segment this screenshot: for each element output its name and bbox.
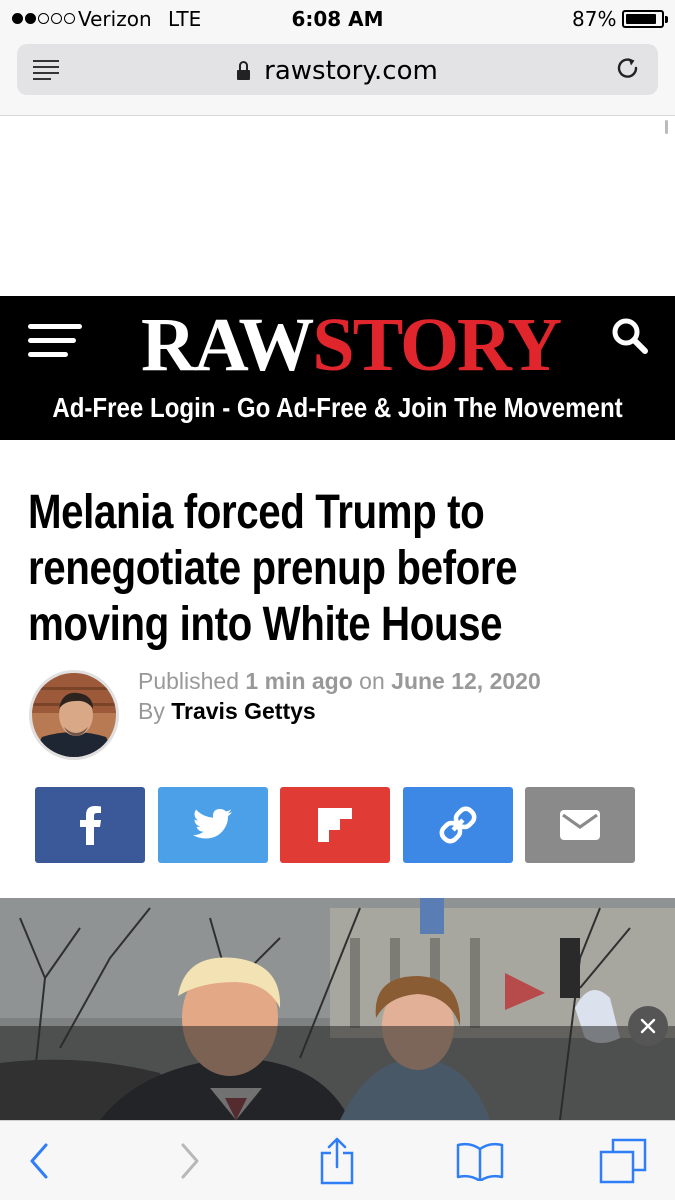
published-relative-time: 1 min ago bbox=[245, 668, 353, 694]
browser-address-area: rawstory.com bbox=[0, 38, 675, 116]
scroll-indicator bbox=[665, 120, 668, 134]
browser-toolbar bbox=[0, 1120, 675, 1200]
published-prefix: Published bbox=[138, 668, 240, 694]
close-overlay-button[interactable] bbox=[628, 1006, 668, 1046]
author-name-link[interactable]: Travis Gettys bbox=[171, 698, 315, 724]
share-button[interactable] bbox=[312, 1137, 362, 1185]
ad-free-login-link[interactable]: Ad-Free Login - Go Ad-Free & Join The Mo… bbox=[47, 392, 628, 424]
author-avatar[interactable] bbox=[29, 670, 119, 760]
back-button[interactable] bbox=[14, 1137, 64, 1185]
headline-line: renegotiate prenup before bbox=[28, 542, 518, 595]
article-headline: Melania forced Trump to renegotiate pren… bbox=[28, 485, 599, 653]
author-byline: By Travis Gettys bbox=[138, 698, 316, 725]
battery-level-fill bbox=[626, 14, 656, 24]
url-display[interactable]: rawstory.com bbox=[17, 56, 658, 86]
copy-link-button[interactable] bbox=[403, 787, 513, 863]
status-bar: Verizon LTE 6:08 AM 87% bbox=[0, 0, 675, 38]
link-icon bbox=[439, 806, 477, 844]
reload-icon[interactable] bbox=[615, 56, 641, 82]
ad-placeholder bbox=[0, 117, 675, 296]
tabs-button[interactable] bbox=[598, 1137, 648, 1185]
url-text: rawstory.com bbox=[264, 56, 438, 86]
bookmarks-button[interactable] bbox=[455, 1137, 505, 1185]
tabs-icon bbox=[599, 1138, 647, 1184]
logo-part-story: STORY bbox=[312, 303, 562, 387]
share-icon bbox=[320, 1137, 354, 1185]
headline-line: moving into White House bbox=[28, 598, 503, 651]
search-icon[interactable] bbox=[610, 316, 650, 356]
headline-line: Melania forced Trump to bbox=[28, 486, 485, 539]
email-icon bbox=[560, 810, 600, 840]
forward-icon bbox=[181, 1143, 199, 1179]
bookmarks-icon bbox=[456, 1142, 504, 1181]
twitter-icon bbox=[193, 809, 232, 839]
ad-overlay-bar bbox=[0, 1026, 675, 1120]
author-photo bbox=[32, 673, 116, 757]
by-prefix: By bbox=[138, 698, 165, 724]
close-icon bbox=[640, 1018, 656, 1034]
forward-button[interactable] bbox=[165, 1137, 215, 1185]
flipboard-share-button[interactable] bbox=[280, 787, 390, 863]
facebook-icon bbox=[80, 806, 101, 845]
battery-icon bbox=[622, 10, 668, 28]
hamburger-menu-icon[interactable] bbox=[28, 324, 82, 358]
publish-info: Published 1 min ago on June 12, 2020 bbox=[138, 668, 541, 695]
published-on: on bbox=[359, 668, 385, 694]
logo-part-raw: RAW bbox=[141, 303, 314, 387]
published-date: June 12, 2020 bbox=[391, 668, 541, 694]
site-logo[interactable]: RAWSTORY bbox=[141, 300, 562, 390]
twitter-share-button[interactable] bbox=[158, 787, 268, 863]
lock-icon bbox=[237, 61, 251, 80]
email-share-button[interactable] bbox=[525, 787, 635, 863]
battery-percent: 87% bbox=[572, 7, 617, 31]
address-bar[interactable]: rawstory.com bbox=[17, 44, 658, 95]
site-header: RAWSTORY Ad-Free Login - Go Ad-Free & Jo… bbox=[0, 296, 675, 440]
battery-tip bbox=[665, 16, 668, 23]
back-icon bbox=[30, 1143, 48, 1179]
facebook-share-button[interactable] bbox=[35, 787, 145, 863]
flipboard-icon bbox=[318, 808, 352, 842]
